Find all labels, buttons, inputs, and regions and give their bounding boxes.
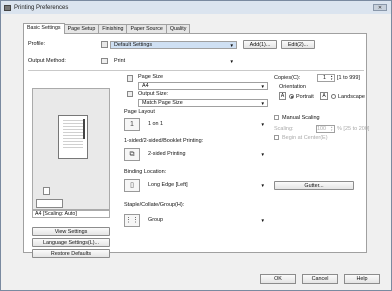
portrait-icon: A	[279, 92, 286, 100]
help-button[interactable]: Help	[344, 274, 380, 284]
page-layout-dropdown[interactable]: 1 on 1 ▼	[144, 120, 268, 128]
add-profile-button[interactable]: Add(1)...	[243, 40, 277, 49]
begin-center-label: Begin at Center(E)	[282, 135, 328, 141]
manual-scaling-label: Manual Scaling	[282, 115, 320, 121]
portrait-label: Portrait	[296, 94, 314, 100]
chevron-down-icon: ▼	[260, 101, 265, 106]
preview-text-lines	[63, 120, 83, 150]
output-method-dropdown[interactable]: Print ▼	[110, 57, 237, 65]
output-size-dropdown[interactable]: Match Page Size ▼	[138, 99, 268, 107]
close-button[interactable]: ✕	[373, 4, 387, 11]
chevron-down-icon: ▼	[260, 218, 265, 223]
output-size-value: Match Page Size	[142, 100, 183, 106]
chevron-down-icon: ▼	[260, 84, 265, 89]
ok-button[interactable]: OK	[260, 274, 296, 284]
binding-dropdown[interactable]: Long Edge [Left] ▼	[144, 181, 268, 189]
language-settings-button[interactable]: Language Settings(L)...	[32, 238, 110, 247]
window-title: Printing Preferences	[14, 4, 69, 11]
print-icon	[101, 58, 108, 64]
orientation-label: Orientation	[279, 84, 306, 90]
printing-preferences-window: Printing Preferences ✕ Basic Settings Pa…	[0, 0, 392, 291]
binding-value: Long Edge [Left]	[148, 182, 188, 188]
profile-label: Profile:	[28, 41, 46, 47]
landscape-radio[interactable]	[331, 94, 336, 99]
binding-label: Binding Location:	[124, 169, 167, 175]
profile-dropdown[interactable]: Default Settings ▼	[110, 41, 237, 49]
page-size-value: A4	[142, 83, 149, 89]
chevron-down-icon: ▼	[229, 43, 234, 48]
output-size-icon	[127, 91, 133, 97]
chevron-down-icon: ▼	[229, 59, 234, 64]
sided-dropdown[interactable]: 2-sided Printing ▼	[144, 150, 268, 158]
page-preview	[32, 88, 110, 210]
preview-caption: A4 [Scaling: Auto]	[32, 210, 110, 218]
gutter-button[interactable]: Gutter...	[274, 181, 354, 190]
chevron-down-icon: ▼	[260, 152, 265, 157]
staple-label: Staple/Collate/Group(H):	[124, 202, 185, 208]
view-settings-button[interactable]: View Settings	[32, 227, 110, 236]
sided-label: 1-sided/2-sided/Booklet Printing:	[124, 138, 204, 144]
scaling-spinner[interactable]: 100	[316, 125, 335, 133]
copies-label: Copies(C):	[274, 75, 301, 81]
cancel-button[interactable]: Cancel	[302, 274, 338, 284]
printer-icon	[4, 4, 11, 11]
basic-settings-panel: Profile: Default Settings ▼ Add(1)... Edi…	[23, 33, 370, 258]
page-layout-label: Page Layout	[124, 109, 155, 115]
page-layout-icon: 1	[124, 118, 140, 131]
stack-icon	[43, 187, 50, 195]
copies-spinner[interactable]: 1	[317, 74, 335, 82]
output-method-label: Output Method:	[28, 58, 66, 64]
divider	[28, 70, 364, 71]
portrait-radio[interactable]	[289, 94, 294, 99]
page-size-dropdown[interactable]: A4 ▼	[138, 82, 268, 90]
group-icon: ⋮⋮	[124, 214, 140, 227]
chevron-down-icon: ▼	[260, 122, 265, 127]
output-size-label: Output Size:	[138, 91, 169, 97]
profile-value: Default Settings	[114, 42, 153, 48]
two-sided-icon: ⧉	[124, 148, 140, 161]
scaling-range: % [25 to 200]	[337, 126, 370, 132]
chevron-down-icon: ▼	[260, 183, 265, 188]
preview-page	[58, 115, 88, 159]
printer-preview-icon	[36, 199, 63, 208]
staple-value: Group	[148, 217, 163, 223]
restore-defaults-button[interactable]: Restore Defaults	[32, 249, 110, 258]
begin-center-checkbox[interactable]	[274, 135, 279, 140]
tab-basic-settings[interactable]: Basic Settings	[23, 23, 65, 34]
output-method-value: Print	[114, 58, 126, 64]
edit-profile-button[interactable]: Edit(2)...	[281, 40, 315, 49]
page-layout-value: 1 on 1	[148, 121, 163, 127]
sided-value: 2-sided Printing	[148, 151, 186, 157]
binding-bar	[83, 119, 85, 139]
page-size-icon	[127, 75, 133, 82]
landscape-icon: A	[320, 92, 328, 100]
manual-scaling-checkbox[interactable]	[274, 115, 279, 120]
title-bar: Printing Preferences ✕	[1, 1, 391, 14]
landscape-label: Landscape	[338, 94, 365, 100]
profile-icon	[101, 41, 108, 48]
page-size-label: Page Size	[138, 74, 164, 80]
staple-dropdown[interactable]: Group ▼	[144, 216, 268, 224]
binding-icon: ▯	[124, 179, 140, 192]
scaling-label: Scaling:	[274, 126, 294, 132]
copies-range: [1 to 999]	[337, 75, 360, 81]
